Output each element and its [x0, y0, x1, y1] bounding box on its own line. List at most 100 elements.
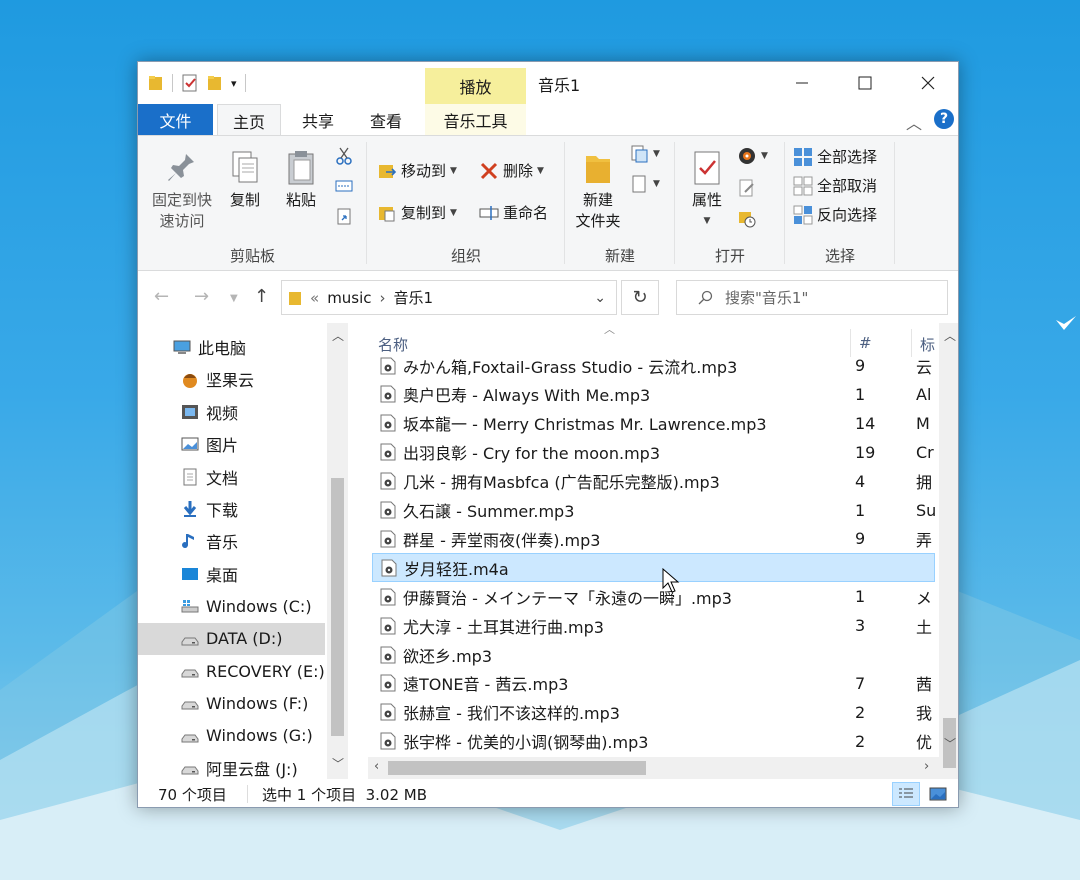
rename-button[interactable]: 重命名 — [479, 202, 548, 223]
easy-access-button[interactable]: ▼ — [629, 174, 660, 194]
tab-music-tools[interactable]: 音乐工具 — [425, 104, 526, 135]
scroll-right-icon[interactable]: › — [924, 759, 929, 774]
pin-label-line2: 速访问 — [159, 212, 205, 230]
title-cell: Al — [916, 384, 932, 404]
select-all-button[interactable]: 全部选择 — [793, 146, 877, 167]
nav-item[interactable]: 桌面 — [138, 558, 325, 590]
minimize-button[interactable] — [770, 62, 834, 104]
copy-icon — [232, 151, 258, 183]
address-dropdown-icon[interactable]: ⌄ — [594, 290, 606, 306]
nav-item[interactable]: 图片 — [138, 428, 325, 460]
nav-item[interactable]: Windows (G:) — [138, 720, 325, 752]
delete-button[interactable]: 删除 ▼ — [479, 160, 544, 181]
paste-button[interactable]: 粘贴 — [278, 148, 324, 211]
group-organize-label: 组织 — [450, 247, 481, 265]
open-button[interactable]: ▼ — [737, 146, 768, 166]
file-row[interactable]: 坂本龍一 - Merry Christmas Mr. Lawrence.mp3 1… — [372, 409, 935, 438]
recent-locations-icon[interactable]: ▼ — [230, 293, 238, 304]
address-bar[interactable]: « music › 音乐1 ⌄ — [281, 280, 617, 315]
details-view-button[interactable] — [892, 782, 920, 806]
new-folder-button[interactable]: 新建 文件夹 — [571, 148, 625, 232]
file-list-scrollbar[interactable]: ︿ ﹀ — [939, 323, 958, 779]
nav-item[interactable]: 音乐 — [138, 525, 325, 557]
address-segment-music[interactable]: music — [327, 289, 371, 307]
search-box[interactable]: 搜索"音乐1" — [676, 280, 948, 315]
up-arrow-icon[interactable]: ↑ — [254, 286, 269, 307]
title-cell: 土 — [916, 617, 933, 637]
group-clipboard: 固定到快 速访问 复制 粘贴 剪贴板 — [138, 136, 367, 270]
file-row[interactable]: 尤大淳 - 土耳其进行曲.mp3 3 土 — [372, 611, 935, 640]
properties-button[interactable]: 属性 ▼ — [683, 148, 731, 232]
nav-scroll-thumb[interactable] — [331, 478, 344, 736]
file-row[interactable]: 遠TONE音 - 茜云.mp3 7 茜 — [372, 669, 935, 698]
group-clipboard-label: 剪贴板 — [229, 247, 275, 265]
file-row[interactable]: 张宇桦 - 优美的小调(钢琴曲).mp3 2 优 — [372, 727, 935, 756]
horizontal-scrollbar[interactable]: ‹ › — [368, 757, 939, 779]
maximize-button[interactable] — [833, 62, 897, 104]
nav-scrollbar[interactable]: ︿ ﹀ — [327, 323, 348, 779]
nav-item[interactable]: Windows (F:) — [138, 687, 325, 719]
nav-item[interactable]: 阿里云盘 (J:) — [138, 752, 325, 779]
refresh-button[interactable]: ↻ — [621, 280, 659, 315]
close-button[interactable] — [896, 62, 958, 104]
scroll-down-icon[interactable]: ﹀ — [944, 735, 956, 752]
tab-file[interactable]: 文件 — [138, 104, 213, 135]
scroll-down-icon[interactable]: ﹀ — [332, 755, 344, 772]
tab-home[interactable]: 主页 — [217, 104, 281, 136]
minimize-icon — [796, 82, 808, 84]
file-row[interactable]: 群星 - 弄堂雨夜(伴奏).mp3 9 弄 — [372, 524, 935, 553]
address-prefix: « — [310, 288, 320, 307]
nav-item[interactable]: 文档 — [138, 461, 325, 493]
file-row[interactable]: 欲还乡.mp3 — [372, 640, 935, 669]
file-row[interactable]: 岁月轻狂.m4a — [372, 553, 935, 583]
move-to-button[interactable]: 移动到 ▼ — [377, 160, 457, 181]
nav-item[interactable]: Windows (C:) — [138, 590, 325, 622]
customize-toolbar-icon[interactable]: ▾ — [231, 77, 237, 90]
collapse-ribbon-icon[interactable]: ︿ — [906, 110, 922, 134]
forward-arrow-icon[interactable]: → — [194, 286, 209, 307]
horizontal-scroll-thumb[interactable] — [388, 761, 646, 775]
copy-to-button[interactable]: 复制到 ▼ — [377, 202, 457, 223]
scroll-left-icon[interactable]: ‹ — [374, 759, 379, 774]
file-row[interactable]: 奥户巴寿 - Always With Me.mp3 1 Al — [372, 380, 935, 409]
context-tab-play[interactable]: 播放 — [425, 68, 526, 104]
nav-item[interactable]: 下载 — [138, 493, 325, 525]
pin-quick-access-button[interactable]: 固定到快 速访问 — [148, 148, 216, 232]
select-none-button[interactable]: 全部取消 — [793, 175, 877, 196]
file-row[interactable]: 几米 - 拥有Masbfca (广告配乐完整版).mp3 4 拥 — [372, 467, 935, 496]
scroll-up-icon[interactable]: ︿ — [332, 327, 344, 344]
tab-share[interactable]: 共享 — [288, 104, 348, 135]
toolbar-separator — [244, 74, 246, 92]
new-item-button[interactable]: ▼ — [629, 144, 660, 164]
help-icon[interactable]: ? — [934, 109, 954, 129]
back-arrow-icon[interactable]: ← — [154, 286, 169, 307]
copy-path-icon[interactable] — [334, 176, 354, 196]
cut-icon[interactable] — [334, 146, 354, 166]
file-row[interactable]: 张赫宣 - 我们不该这样的.mp3 2 我 — [372, 698, 935, 727]
file-row[interactable]: 伊藤賢治 - メインテーマ「永遠の一瞬」.mp3 1 メ — [372, 582, 935, 611]
new-folder-icon[interactable] — [207, 74, 223, 92]
column-header-number[interactable]: # — [859, 334, 872, 352]
file-row[interactable]: 久石譲 - Summer.mp3 1 Su — [372, 496, 936, 525]
history-button[interactable] — [737, 208, 757, 228]
nav-item[interactable]: RECOVERY (E:) — [138, 655, 325, 687]
nav-item[interactable]: 视频 — [138, 396, 325, 428]
edit-button[interactable] — [737, 178, 757, 198]
nav-item[interactable]: 此电脑 — [138, 331, 325, 363]
file-row[interactable]: 出羽良彰 - Cry for the moon.mp3 19 Cr — [372, 438, 935, 467]
invert-selection-button[interactable]: 反向选择 — [793, 204, 877, 225]
track-number: 9 — [855, 356, 866, 375]
file-row[interactable]: みかん箱,Foxtail-Grass Studio - 云流れ.mp3 9 云 — [372, 351, 935, 380]
scroll-up-icon[interactable]: ︿ — [944, 327, 956, 344]
address-segment-folder[interactable]: 音乐1 — [394, 287, 434, 308]
nav-item-label: Windows (C:) — [206, 596, 312, 616]
large-icons-view-button[interactable] — [924, 782, 952, 806]
audio-file-icon — [380, 414, 396, 432]
nav-item[interactable]: 坚果云 — [138, 363, 325, 395]
properties-check-icon[interactable] — [181, 74, 199, 92]
paste-shortcut-icon[interactable] — [334, 206, 354, 226]
track-number: 19 — [855, 442, 876, 462]
nav-item[interactable]: DATA (D:) — [138, 622, 325, 655]
tab-view[interactable]: 查看 — [356, 104, 416, 135]
copy-button[interactable]: 复制 — [222, 148, 268, 211]
